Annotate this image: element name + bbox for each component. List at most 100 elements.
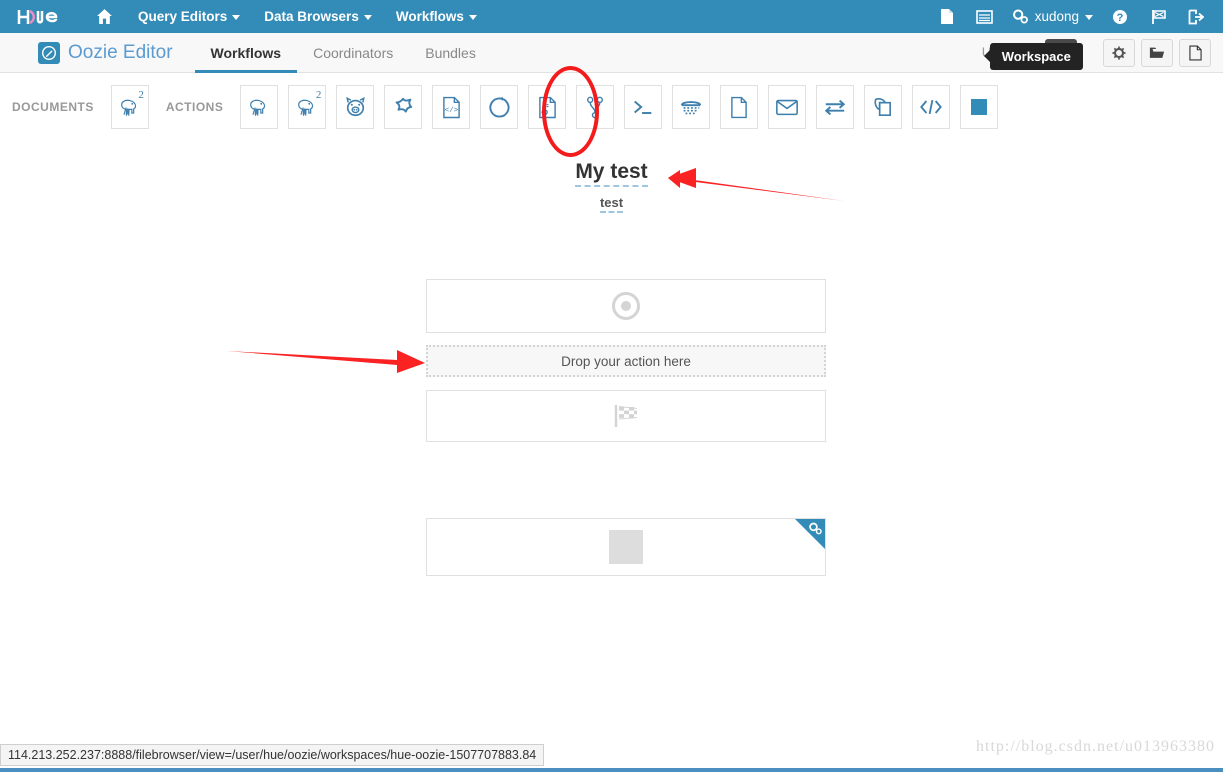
nav-help-button[interactable]: ? [1101, 0, 1139, 33]
chevron-down-icon [232, 15, 241, 20]
actions-label: ACTIONS [165, 100, 224, 114]
nav-data-browsers-label: Data Browsers [264, 9, 359, 24]
nav-workflows-label: Workflows [395, 9, 464, 24]
toolbar-hive2-action[interactable]: 2 [288, 85, 327, 129]
document-icon [940, 9, 953, 24]
navbar-right-group: xudong ? [928, 0, 1223, 33]
script-document-icon [539, 96, 556, 118]
workflow-title-row: My test [0, 160, 1223, 187]
action-node[interactable] [426, 518, 826, 576]
square-icon [971, 99, 988, 115]
circle-arrow-icon [489, 96, 510, 117]
spark-star-icon [395, 97, 413, 113]
gears-icon [1012, 9, 1028, 24]
app-badge [38, 41, 60, 64]
sqoop-icon [681, 101, 702, 115]
nav-data-browsers[interactable]: Data Browsers [252, 0, 384, 33]
toolbar-generic-action[interactable] [912, 85, 951, 129]
nav-list-button[interactable] [966, 0, 1004, 33]
gear-icon [1112, 45, 1126, 60]
hue-logo-icon [17, 9, 58, 24]
workflow-subtitle-row: test [0, 194, 1223, 213]
nav-query-editors-label: Query Editors [138, 9, 228, 24]
nav-home-button[interactable] [82, 0, 126, 33]
nav-user-menu[interactable]: xudong [1004, 0, 1101, 33]
envelope-icon [776, 99, 799, 116]
toolbar-shell-action[interactable] [528, 85, 567, 129]
checkered-flag-icon [614, 405, 638, 427]
nav-flag-button[interactable] [1139, 0, 1177, 33]
toolbar-fs-action[interactable] [720, 85, 759, 129]
list-icon [976, 9, 994, 24]
toolbar-pig-action[interactable] [336, 85, 375, 129]
top-navbar: Query Editors Data Browsers Workflows xu… [0, 0, 1223, 33]
watermark-text: http://blog.csdn.net/u013963380 [976, 738, 1215, 755]
svg-text:</>: </> [445, 107, 459, 115]
start-node[interactable] [426, 279, 826, 333]
workspace-tooltip: Workspace [983, 42, 1083, 70]
tab-coordinators[interactable]: Coordinators [297, 33, 409, 73]
editor-tabs: Workflows Coordinators Bundles [195, 33, 492, 73]
flag-icon [1151, 9, 1166, 24]
toolbar-hive-action[interactable] [240, 85, 279, 129]
toolbar-distcp-action[interactable] [816, 85, 855, 129]
nav-query-editors[interactable]: Query Editors [126, 0, 252, 33]
folder-open-icon [1149, 47, 1165, 58]
toolbar-kill-action[interactable] [960, 85, 999, 129]
nav-document-button[interactable] [928, 0, 966, 33]
exchange-icon [825, 99, 846, 116]
hive2-action-superscript: 2 [315, 89, 322, 101]
svg-text:?: ? [1117, 12, 1124, 24]
drop-zone[interactable]: Drop your action here [426, 345, 826, 377]
pencil-circle-icon [42, 45, 56, 60]
nav-logout-button[interactable] [1177, 0, 1215, 33]
gears-icon[interactable] [808, 522, 823, 535]
nav-user-label: xudong [1034, 9, 1079, 24]
toolbar-streaming-action[interactable] [864, 85, 903, 129]
toolbar-sqoop-action[interactable] [480, 85, 519, 129]
toolbar-subworkflow-action[interactable] [672, 85, 711, 129]
tab-bundles[interactable]: Bundles [409, 33, 492, 73]
toolbar-fork-action[interactable] [576, 85, 615, 129]
toolbar-email-action[interactable] [768, 85, 807, 129]
end-node[interactable] [426, 390, 826, 442]
hive2-superscript: 2 [138, 89, 144, 101]
hue-logo[interactable] [0, 0, 82, 33]
nav-workflows[interactable]: Workflows [384, 0, 489, 33]
toolbar-hive2-document[interactable]: 2 [110, 85, 149, 129]
workflow-subtitle[interactable]: test [599, 195, 624, 213]
toolbar-ssh-action[interactable] [624, 85, 663, 129]
open-workflow-button[interactable] [1141, 38, 1173, 67]
chevron-down-icon [1085, 15, 1093, 20]
workflow-title[interactable]: My test [575, 160, 648, 187]
elephant-icon [250, 99, 266, 116]
page-title: Oozie Editor [68, 41, 173, 63]
chevron-down-icon [468, 15, 477, 20]
subheader-actions: Unsaved [982, 38, 1223, 70]
bottom-rule [0, 768, 1223, 772]
code-document-icon: </> [443, 96, 460, 118]
help-circle-icon: ? [1113, 9, 1127, 24]
pig-icon [346, 96, 365, 117]
app-subheader: Oozie Editor Workflows Coordinators Bund… [0, 33, 1223, 73]
terminal-icon [634, 100, 652, 114]
tab-workflows-label: Workflows [210, 44, 282, 61]
workspace-button[interactable] [1179, 38, 1211, 67]
toolbar-java-action[interactable]: </> [432, 85, 471, 129]
copy-icon [874, 98, 892, 116]
tab-bundles-label: Bundles [425, 44, 476, 61]
toolbar-spark-action[interactable] [384, 85, 423, 129]
tab-workflows[interactable]: Workflows [195, 33, 298, 73]
action-toolbar: DOCUMENTS 2 ACTIONS 2 </> [0, 74, 1223, 140]
annotation-arrow-dropzone [227, 350, 425, 373]
file-icon [731, 96, 748, 118]
documents-label: DOCUMENTS [12, 100, 94, 114]
settings-button[interactable] [1103, 38, 1135, 67]
tab-coordinators-label: Coordinators [313, 44, 394, 61]
browser-status-bar: 114.213.252.237:8888/filebrowser/view=/u… [0, 744, 545, 766]
target-dot-icon [612, 292, 640, 320]
chevron-down-icon [363, 15, 372, 20]
oozie-editor-page: Query Editors Data Browsers Workflows xu… [0, 0, 1223, 772]
logout-icon [1188, 9, 1204, 24]
gray-square-icon [609, 530, 643, 564]
